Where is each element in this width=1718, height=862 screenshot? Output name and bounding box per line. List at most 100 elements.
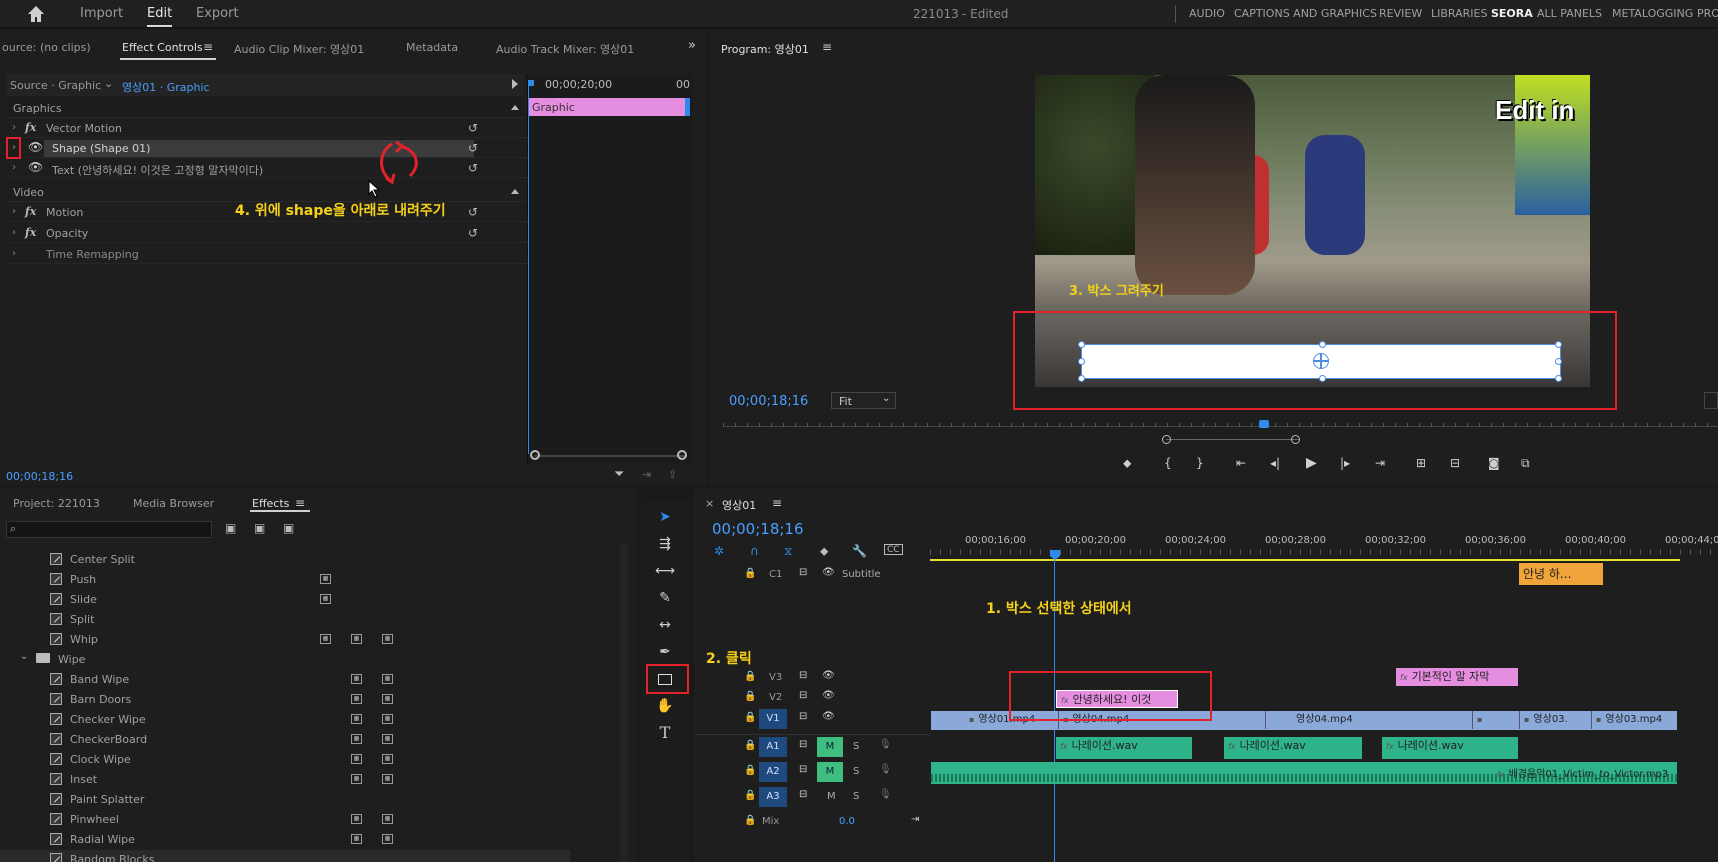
v1-clip[interactable]: ▪ 영상03.: [1519, 711, 1590, 729]
collapse-graphics-icon[interactable]: [511, 105, 519, 110]
solo-button[interactable]: S: [853, 741, 859, 752]
mic-icon[interactable]: 🎙: [879, 764, 892, 775]
workspace-captions[interactable]: CAPTIONS AND GRAPHICS: [1234, 7, 1377, 20]
reset-icon[interactable]: ↺: [468, 205, 478, 219]
eye-icon[interactable]: 👁: [28, 160, 43, 174]
a1-clip[interactable]: fx 나레이션.wav: [1224, 737, 1362, 759]
tab-effect-controls[interactable]: Effect Controls: [122, 41, 203, 54]
track-label[interactable]: V1: [759, 709, 787, 729]
more-tabs-icon[interactable]: »: [688, 38, 696, 53]
snap-icon[interactable]: ∩: [750, 544, 759, 558]
list-item[interactable]: Split: [0, 610, 570, 628]
program-playhead[interactable]: [1259, 420, 1269, 428]
reset-icon[interactable]: ↺: [468, 121, 478, 135]
ripple-edit-tool[interactable]: ⟷: [650, 560, 680, 582]
track-label[interactable]: A3: [759, 787, 787, 807]
lock-icon[interactable]: 🔒: [744, 712, 756, 723]
tab-effects[interactable]: Effects: [252, 497, 289, 510]
effects-scrollbar[interactable]: [620, 544, 628, 862]
go-to-out-icon[interactable]: ⇥: [1375, 456, 1385, 470]
workspace-review[interactable]: REVIEW: [1379, 7, 1422, 20]
source-dropdown-icon[interactable]: ⌄: [104, 77, 113, 90]
step-back-icon[interactable]: ◂|: [1270, 456, 1280, 470]
mark-in-icon[interactable]: {: [1164, 456, 1172, 470]
step-forward-icon[interactable]: |▸: [1340, 456, 1350, 470]
solo-button[interactable]: S: [853, 766, 859, 777]
list-item[interactable]: Random Blocks: [0, 850, 570, 862]
v1-clip[interactable]: ▪: [1472, 711, 1518, 729]
tab-audio-clip-mixer[interactable]: Audio Clip Mixer: 영상01: [234, 41, 364, 57]
mute-button[interactable]: M: [827, 791, 836, 802]
lock-icon[interactable]: 🔒: [744, 790, 756, 801]
effect-row-time-remapping[interactable]: › Time Remapping: [8, 245, 528, 264]
sync-icon[interactable]: ⊟: [799, 711, 807, 722]
program-monitor-title[interactable]: Program: 영상01: [721, 41, 809, 57]
sequence-tab[interactable]: 영상01: [722, 497, 756, 513]
track-label[interactable]: A1: [759, 737, 787, 757]
settings-wrench-icon[interactable]: 🔧: [852, 544, 867, 558]
tab-project[interactable]: Project: 221013: [13, 497, 100, 510]
accelerated-effects-icon[interactable]: ▣: [225, 521, 236, 535]
add-marker-icon[interactable]: ⬥: [1123, 456, 1131, 471]
mark-out-icon[interactable]: }: [1196, 456, 1204, 470]
nest-icon[interactable]: ✲: [714, 544, 724, 558]
track-select-tool[interactable]: ⇶: [650, 533, 680, 555]
a1-clip[interactable]: fx 나레이션.wav: [1056, 737, 1192, 759]
hand-tool[interactable]: ✋: [650, 695, 680, 717]
home-icon[interactable]: [26, 4, 46, 24]
tab-metadata[interactable]: Metadata: [406, 41, 458, 54]
workspace-libraries[interactable]: LIBRARIES: [1431, 7, 1487, 20]
sync-icon[interactable]: ⊟: [799, 789, 807, 800]
wipe-folder[interactable]: ⌄ Wipe: [0, 650, 570, 668]
tab-media-browser[interactable]: Media Browser: [133, 497, 214, 510]
mini-playhead[interactable]: [528, 84, 529, 454]
chevron-down-icon[interactable]: ⌄: [20, 651, 28, 662]
list-item[interactable]: Slide ▦: [0, 590, 570, 608]
v1-clip[interactable]: 영상04.mp4: [1265, 711, 1471, 729]
tab-source[interactable]: ource: (no clips): [2, 41, 91, 54]
go-to-in-icon[interactable]: ⇤: [1236, 456, 1246, 470]
lift-icon[interactable]: ⊞: [1416, 456, 1426, 470]
workspace-audio[interactable]: AUDIO: [1189, 7, 1225, 20]
mic-icon[interactable]: 🎙: [879, 789, 892, 800]
eye-icon[interactable]: 👁: [822, 690, 835, 701]
solo-button[interactable]: S: [853, 791, 859, 802]
list-item[interactable]: Paint Splatter: [0, 790, 570, 808]
sync-icon[interactable]: ⊟: [799, 739, 807, 750]
yuv-effects-icon[interactable]: ▣: [283, 521, 294, 535]
list-item[interactable]: CheckerBoard ▦ ▦: [0, 730, 570, 748]
compare-icon[interactable]: ⧉: [1521, 456, 1530, 471]
linked-selection-icon[interactable]: ⧖: [784, 544, 792, 559]
selection-tool[interactable]: ➤: [650, 506, 680, 528]
reset-icon[interactable]: ↺: [468, 161, 478, 175]
lock-icon[interactable]: 🔒: [744, 765, 756, 776]
v3-graphic-clip[interactable]: fx 기본적인 말 자막: [1396, 668, 1518, 686]
track-label[interactable]: A2: [759, 762, 787, 782]
razor-tool[interactable]: ✎: [650, 587, 680, 609]
eye-icon[interactable]: 👁: [28, 140, 43, 154]
effect-row-shape[interactable]: › 👁 Shape (Shape 01) ↺: [8, 139, 528, 158]
sync-icon[interactable]: ⊟: [799, 567, 807, 578]
list-item[interactable]: Center Split: [0, 550, 570, 568]
timeline-menu-icon[interactable]: ≡: [772, 496, 782, 510]
sync-icon[interactable]: ⊟: [799, 670, 807, 681]
eye-icon[interactable]: 👁: [822, 567, 835, 578]
nav-export[interactable]: Export: [196, 6, 239, 21]
lock-icon[interactable]: 🔒: [744, 740, 756, 751]
fit-dropdown[interactable]: Fit ⌄: [831, 392, 896, 409]
timeline-ruler[interactable]: 00;00;16;00 00;00;20;00 00;00;24;00 00;0…: [930, 515, 1718, 563]
effects-search-input[interactable]: ⌕: [6, 521, 212, 538]
mute-button[interactable]: M: [817, 762, 843, 782]
slip-tool[interactable]: ↔: [650, 614, 680, 636]
close-sequence-icon[interactable]: ×: [705, 497, 714, 510]
mute-button[interactable]: M: [817, 737, 843, 757]
workspace-production[interactable]: PRO: [1697, 7, 1718, 20]
list-item[interactable]: Pinwheel ▦ ▦: [0, 810, 570, 828]
eye-icon[interactable]: 👁: [822, 711, 835, 722]
tab-audio-track-mixer[interactable]: Audio Track Mixer: 영상01: [496, 41, 634, 57]
graphic-clip-bar[interactable]: Graphic: [528, 98, 689, 116]
effect-row-opacity[interactable]: › fx Opacity ↺: [8, 224, 528, 243]
eye-icon[interactable]: 👁: [822, 670, 835, 681]
sync-icon[interactable]: ⊟: [799, 690, 807, 701]
nav-edit[interactable]: Edit: [147, 6, 173, 27]
